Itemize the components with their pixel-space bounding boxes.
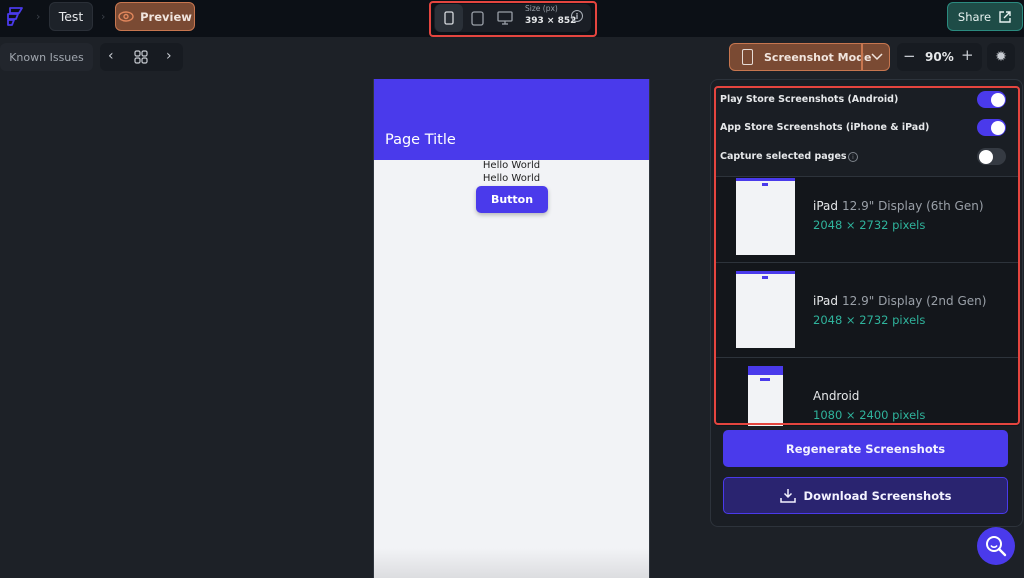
phone-screenshot-icon bbox=[742, 49, 753, 65]
device-name-text: iPad bbox=[813, 294, 839, 308]
highlight-box bbox=[429, 1, 597, 37]
preview-primary-button[interactable]: Button bbox=[476, 186, 548, 213]
hello-text: Hello World bbox=[482, 173, 541, 184]
device-name: Android bbox=[813, 389, 859, 403]
theme-toggle-button[interactable]: ✹ bbox=[987, 43, 1015, 71]
zoom-in-button[interactable]: + bbox=[961, 46, 974, 64]
preview-button[interactable]: Preview bbox=[115, 2, 195, 31]
grid-icon[interactable] bbox=[134, 50, 148, 64]
screenshot-item[interactable]: Android 1080 × 2400 pixels bbox=[716, 357, 1019, 426]
option-app-store-label: App Store Screenshots (iPhone & iPad) bbox=[720, 122, 930, 133]
breadcrumb-separator-icon: › bbox=[101, 10, 106, 23]
external-link-icon bbox=[999, 10, 1011, 23]
device-name-text: iPad bbox=[813, 199, 839, 213]
preview-label: Preview bbox=[140, 9, 192, 24]
screenshot-thumbnail bbox=[736, 178, 795, 255]
zoom-control: − 90% + bbox=[897, 43, 982, 71]
known-issues-button[interactable]: Known Issues bbox=[0, 43, 93, 71]
eye-icon bbox=[118, 11, 134, 22]
device-detail: 12.9" Display (6th Gen) bbox=[842, 199, 984, 213]
share-button[interactable]: Share bbox=[947, 2, 1023, 31]
share-label: Share bbox=[957, 9, 992, 24]
hello-text: Hello World bbox=[482, 160, 541, 171]
play-store-toggle[interactable] bbox=[977, 91, 1006, 108]
info-icon[interactable]: i bbox=[848, 152, 858, 162]
chevron-right-icon[interactable]: › bbox=[166, 48, 172, 64]
regenerate-screenshots-button[interactable]: Regenerate Screenshots bbox=[723, 430, 1008, 467]
screenshot-item[interactable]: iPad 12.9" Display (6th Gen) 2048 × 2732 … bbox=[716, 176, 1019, 271]
screenshot-thumbnail bbox=[736, 271, 795, 348]
download-label: Download Screenshots bbox=[803, 488, 952, 503]
chevron-left-icon[interactable]: ‹ bbox=[108, 48, 114, 64]
divider bbox=[861, 44, 863, 70]
screenshot-thumbnail bbox=[748, 366, 783, 426]
device-detail: 12.9" Display (2nd Gen) bbox=[842, 294, 987, 308]
option-play-store-label: Play Store Screenshots (Android) bbox=[720, 94, 899, 105]
device-resolution: 1080 × 2400 pixels bbox=[813, 408, 926, 422]
download-icon bbox=[779, 489, 796, 503]
chevron-down-icon[interactable] bbox=[870, 52, 884, 62]
device-name: iPad 12.9" Display (6th Gen) bbox=[813, 199, 984, 213]
screenshot-item[interactable]: iPad 12.9" Display (2nd Gen) 2048 × 2732 … bbox=[716, 262, 1019, 357]
screenshot-list[interactable]: iPad 12.9" Display (6th Gen) 2048 × 2732 … bbox=[716, 176, 1019, 426]
page-navigator: ‹ › bbox=[100, 43, 183, 71]
capture-pages-toggle[interactable] bbox=[977, 148, 1006, 165]
device-resolution: 2048 × 2732 pixels bbox=[813, 218, 926, 232]
breadcrumb-project[interactable]: Test bbox=[49, 2, 93, 31]
screenshot-mode-button[interactable]: Screenshot Mode bbox=[729, 43, 890, 71]
top-bar: › Test › Preview Size (px) 393 × 852 i S… bbox=[0, 0, 1024, 37]
zoom-out-button[interactable]: − bbox=[903, 47, 916, 65]
breadcrumb-separator-icon: › bbox=[36, 10, 41, 23]
device-name: iPad 12.9" Display (2nd Gen) bbox=[813, 294, 986, 308]
device-resolution: 2048 × 2732 pixels bbox=[813, 313, 926, 327]
screenshot-mode-label: Screenshot Mode bbox=[764, 51, 872, 64]
zoom-level: 90% bbox=[925, 50, 954, 64]
device-name-text: Android bbox=[813, 389, 860, 403]
device-preview: Page Title Hello World Hello World Butto… bbox=[373, 79, 650, 578]
option-capture-pages-label: Capture selected pages bbox=[720, 151, 847, 162]
app-store-toggle[interactable] bbox=[977, 119, 1006, 136]
download-screenshots-button[interactable]: Download Screenshots bbox=[723, 477, 1008, 514]
app-logo-icon[interactable] bbox=[4, 5, 26, 27]
bottom-fade bbox=[374, 548, 649, 578]
page-title: Page Title bbox=[385, 132, 456, 148]
sun-icon: ✹ bbox=[995, 49, 1007, 65]
search-icon bbox=[986, 536, 1007, 557]
search-fab-button[interactable] bbox=[977, 527, 1015, 565]
